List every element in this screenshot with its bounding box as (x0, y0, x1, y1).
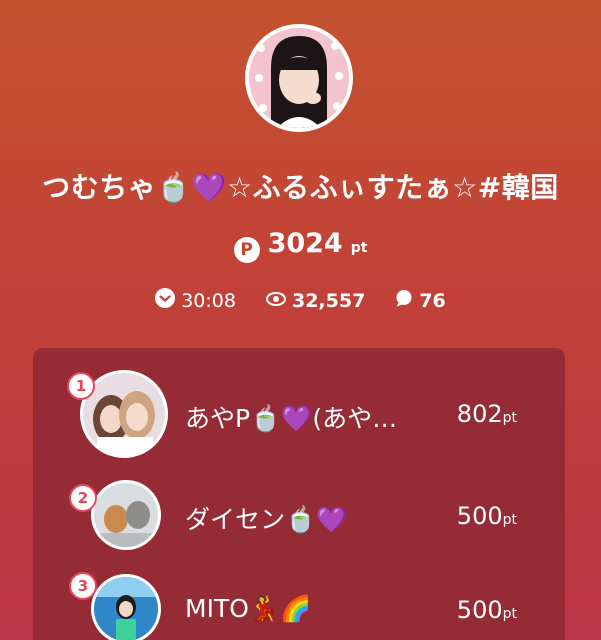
ranker-points: 500pt (457, 502, 517, 530)
streamer-name: つむちゃ🍵💜☆ふるふぃすたぁ☆#韓国 (42, 171, 559, 204)
ranker-name: ダイセン🍵💜 (185, 505, 348, 534)
rank-badge: 2 (69, 484, 97, 512)
ranker-points-value: 500 (456, 596, 503, 624)
clock-icon (155, 288, 176, 313)
rank-badge: 3 (69, 572, 97, 600)
comments-value: 76 (419, 289, 446, 312)
comments-stat: 76 (395, 289, 446, 312)
ranker-avatar-image (83, 373, 165, 455)
points-icon: P (233, 237, 260, 263)
ranker-points: 802pt (457, 400, 517, 428)
duration-stat: 30:08 (155, 288, 236, 313)
ranker-points-value: 500 (456, 502, 503, 530)
total-points: P 3024 pt (0, 228, 601, 263)
ranker-points-value: 802 (456, 400, 503, 428)
streamer-avatar-image (249, 28, 349, 128)
ranker-points: 500pt (457, 596, 517, 624)
ranker-points-unit: pt (502, 606, 517, 622)
ranking-row[interactable]: 2 ダイセン🍵💜 500pt (33, 478, 565, 568)
ranking-panel: 1 あやP🍵💜(あや… 802pt 2 ダイセン🍵💜 500pt 3 MITO💃… (33, 348, 565, 640)
duration-value: 30:08 (181, 289, 236, 312)
ranker-name: MITO💃🌈 (185, 594, 312, 623)
comment-bubble-icon (395, 289, 413, 312)
rank-badge: 1 (67, 372, 95, 400)
ranking-row[interactable]: 1 あやP🍵💜(あや… 802pt (33, 368, 565, 458)
ranker-name: あやP🍵💜(あや… (185, 404, 398, 433)
views-stat: 32,557 (265, 289, 366, 312)
ranker-avatar-image (94, 483, 158, 547)
points-unit: pt (350, 240, 368, 256)
points-value: 3024 (267, 228, 343, 259)
ranker-avatar[interactable] (91, 480, 161, 550)
stats-row: 30:08 32,557 76 (0, 288, 601, 313)
ranker-points-unit: pt (502, 410, 517, 426)
ranker-avatar[interactable] (91, 574, 161, 640)
eye-icon (265, 290, 286, 312)
views-value: 32,557 (291, 289, 366, 312)
ranker-points-unit: pt (502, 512, 517, 528)
streamer-avatar[interactable] (245, 24, 353, 132)
ranker-avatar-image (94, 577, 158, 640)
ranking-row[interactable]: 3 MITO💃🌈 500pt (33, 572, 565, 640)
